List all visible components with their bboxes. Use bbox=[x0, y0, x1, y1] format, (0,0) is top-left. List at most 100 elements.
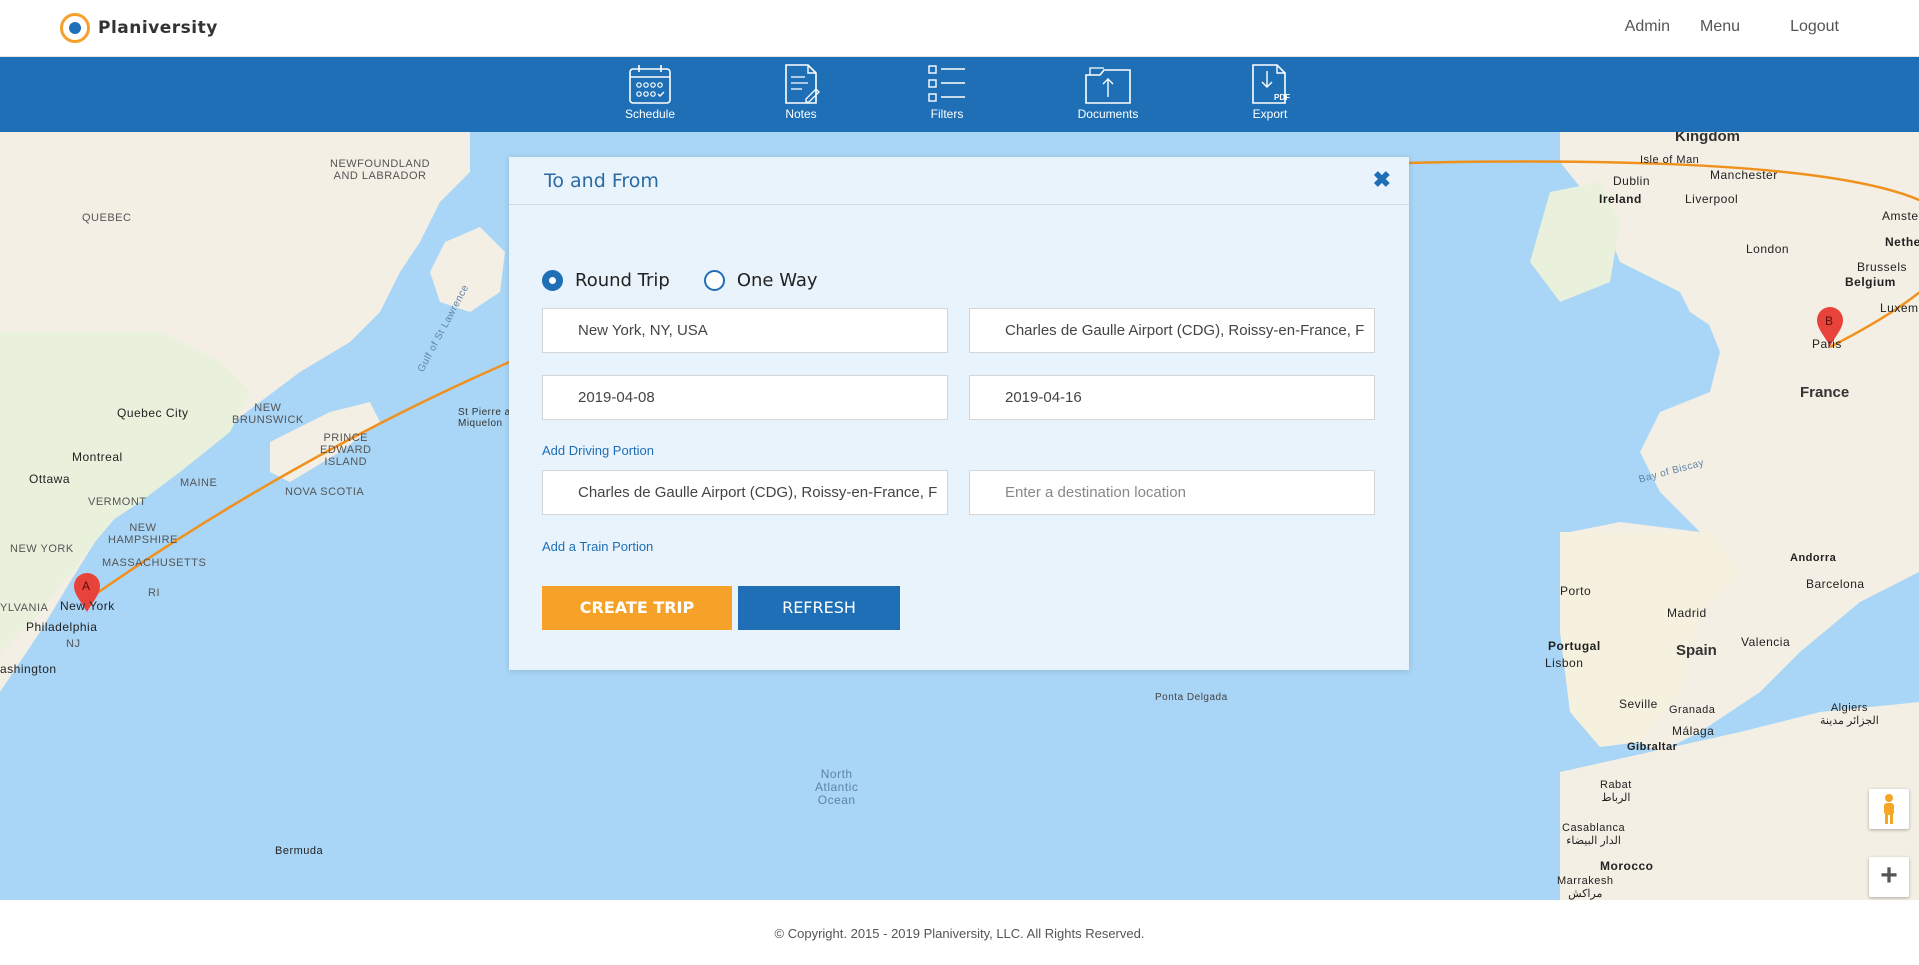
round-trip-label: Round Trip bbox=[575, 270, 670, 291]
map-label-granada: Granada bbox=[1669, 704, 1716, 716]
map-label-malaga: Málaga bbox=[1672, 724, 1715, 738]
map-label-vermont: VERMONT bbox=[88, 496, 147, 508]
calendar-icon bbox=[629, 65, 671, 104]
map-label-luxembourg: Luxemb bbox=[1880, 301, 1919, 315]
nav-admin-link[interactable]: Admin bbox=[1625, 18, 1670, 36]
map-label-madrid: Madrid bbox=[1667, 606, 1707, 620]
one-way-label: One Way bbox=[736, 270, 818, 291]
map-label-new-york: New York bbox=[60, 599, 115, 613]
footer: © Copyright. 2015 - 2019 Planiversity, L… bbox=[0, 900, 1919, 965]
folder-upload-icon bbox=[1085, 67, 1131, 104]
depart-date-input[interactable]: 2019-04-08 bbox=[542, 375, 948, 420]
map-label-ponta-delgada: Ponta Delgada bbox=[1155, 692, 1228, 703]
map-label-rabat: Rabat الرباط bbox=[1600, 779, 1632, 804]
to-and-from-modal: To and From ✖ Round Trip One Way New Yor… bbox=[509, 157, 1409, 670]
map-label-spain: Spain bbox=[1676, 642, 1717, 659]
refresh-button[interactable]: REFRESH bbox=[738, 586, 900, 630]
close-icon[interactable]: ✖ bbox=[1373, 167, 1391, 193]
map-label-porto: Porto bbox=[1560, 584, 1592, 598]
documents-tool-label: Documents bbox=[1077, 107, 1139, 121]
map-label-manchester: Manchester bbox=[1710, 168, 1778, 182]
map-label-isle-of-man: Isle of Man bbox=[1640, 154, 1700, 166]
map-label-portugal: Portugal bbox=[1548, 639, 1601, 653]
map-label-seville: Seville bbox=[1619, 697, 1658, 711]
copyright-text: © Copyright. 2015 - 2019 Planiversity, L… bbox=[774, 926, 1145, 941]
schedule-tool-button[interactable]: Schedule bbox=[605, 63, 695, 121]
map-label-marrakesh: Marrakesh مراكش bbox=[1557, 875, 1614, 900]
map-label-washington: ashington bbox=[0, 662, 57, 676]
documents-tool-button[interactable]: Documents bbox=[1063, 63, 1153, 121]
map-label-new-hampshire: NEW HAMPSHIRE bbox=[108, 522, 178, 546]
map-label-nova-scotia: NOVA SCOTIA bbox=[285, 486, 365, 498]
map-label-london: London bbox=[1746, 242, 1790, 256]
map-label-valencia: Valencia bbox=[1741, 635, 1791, 649]
map-label-newfoundland: NEWFOUNDLAND AND LABRADOR bbox=[330, 158, 431, 182]
map-label-new-york-state: NEW YORK bbox=[10, 543, 74, 555]
map-label-netherlands: Netherl bbox=[1885, 235, 1919, 249]
map-label-ireland: Ireland bbox=[1599, 192, 1642, 206]
radio-checked-icon bbox=[542, 270, 563, 291]
filter-list-icon bbox=[928, 65, 965, 102]
one-way-radio[interactable]: One Way bbox=[703, 270, 818, 291]
zoom-in-button[interactable]: + bbox=[1869, 857, 1909, 897]
export-tool-button[interactable]: PDF Export bbox=[1225, 63, 1315, 121]
create-trip-button[interactable]: CREATE TRIP bbox=[542, 586, 732, 630]
add-train-portion-link[interactable]: Add a Train Portion bbox=[542, 539, 653, 554]
map-label-morocco: Morocco bbox=[1600, 859, 1654, 873]
nav-logout-link[interactable]: Logout bbox=[1790, 18, 1839, 36]
map-label-quebec: QUEBEC bbox=[82, 212, 132, 224]
driving-destination-input[interactable]: Enter a destination location bbox=[969, 470, 1375, 515]
map-label-new-brunswick: NEW BRUNSWICK bbox=[232, 402, 304, 426]
top-navbar: Planiversity Admin Menu Logout bbox=[0, 0, 1919, 57]
map-label-montreal: Montreal bbox=[72, 450, 123, 464]
map-label-ri: RI bbox=[148, 587, 160, 599]
trip-type-radios: Round Trip One Way bbox=[542, 270, 818, 291]
street-view-pegman-button[interactable] bbox=[1869, 789, 1909, 829]
map-label-liverpool: Liverpool bbox=[1685, 192, 1739, 206]
map-label-maine: MAINE bbox=[180, 477, 218, 489]
map-label-ocean: North Atlantic Ocean bbox=[815, 767, 859, 807]
modal-title: To and From bbox=[544, 170, 659, 192]
brand-name: Planiversity bbox=[98, 18, 218, 38]
map-label-gibraltar: Gibraltar bbox=[1627, 741, 1678, 753]
map-label-ottawa: Ottawa bbox=[29, 472, 71, 486]
map-label-pei: PRINCE EDWARD ISLAND bbox=[320, 432, 372, 468]
notes-tool-button[interactable]: Notes bbox=[756, 63, 846, 121]
map-label-quebec-city: Quebec City bbox=[117, 406, 189, 420]
add-driving-portion-link[interactable]: Add Driving Portion bbox=[542, 443, 654, 458]
driving-origin-input[interactable]: Charles de Gaulle Airport (CDG), Roissy-… bbox=[542, 470, 948, 515]
svg-text:PDF: PDF bbox=[1274, 93, 1290, 102]
map-label-lisbon: Lisbon bbox=[1545, 656, 1584, 670]
radio-unchecked-icon bbox=[703, 270, 725, 291]
map-label-nj: NJ bbox=[66, 638, 81, 650]
return-date-input[interactable]: 2019-04-16 bbox=[969, 375, 1375, 420]
marker-a-label: A bbox=[82, 579, 90, 593]
modal-header: To and From ✖ bbox=[509, 157, 1409, 205]
brand[interactable]: Planiversity bbox=[60, 13, 218, 43]
map-label-pennsylvania: YLVANIA bbox=[0, 602, 49, 614]
map-label-barcelona: Barcelona bbox=[1806, 577, 1865, 591]
map-label-algiers: Algiers الجزائر مدينة bbox=[1820, 702, 1879, 727]
map-label-belgium: Belgium bbox=[1845, 275, 1896, 289]
export-tool-label: Export bbox=[1252, 107, 1288, 121]
tools-toolbar: Schedule Notes Filters Documents PDF Exp… bbox=[0, 57, 1919, 132]
map-label-amsterdam: Amsterdam bbox=[1882, 209, 1919, 223]
origin-input[interactable]: New York, NY, USA bbox=[542, 308, 948, 353]
schedule-tool-label: Schedule bbox=[624, 107, 676, 121]
filters-tool-button[interactable]: Filters bbox=[902, 63, 992, 121]
nav-menu-link[interactable]: Menu bbox=[1700, 18, 1740, 36]
top-links: Admin Menu Logout bbox=[1625, 18, 1839, 36]
filters-tool-label: Filters bbox=[930, 107, 964, 121]
pegman-icon bbox=[1884, 794, 1894, 824]
marker-b-label: B bbox=[1825, 314, 1833, 328]
map-label-kingdom: Kingdom bbox=[1675, 132, 1740, 145]
map-label-massachusetts: MASSACHUSETTS bbox=[102, 557, 207, 569]
map-label-casablanca: Casablanca الدار البيضاء bbox=[1562, 822, 1626, 847]
pdf-export-icon: PDF bbox=[1252, 64, 1290, 104]
map-label-andorra: Andorra bbox=[1790, 552, 1837, 564]
map-label-dublin: Dublin bbox=[1613, 174, 1651, 188]
round-trip-radio[interactable]: Round Trip bbox=[542, 270, 670, 291]
map-label-france: France bbox=[1800, 384, 1850, 401]
notes-icon bbox=[785, 64, 820, 104]
destination-input[interactable]: Charles de Gaulle Airport (CDG), Roissy-… bbox=[969, 308, 1375, 353]
